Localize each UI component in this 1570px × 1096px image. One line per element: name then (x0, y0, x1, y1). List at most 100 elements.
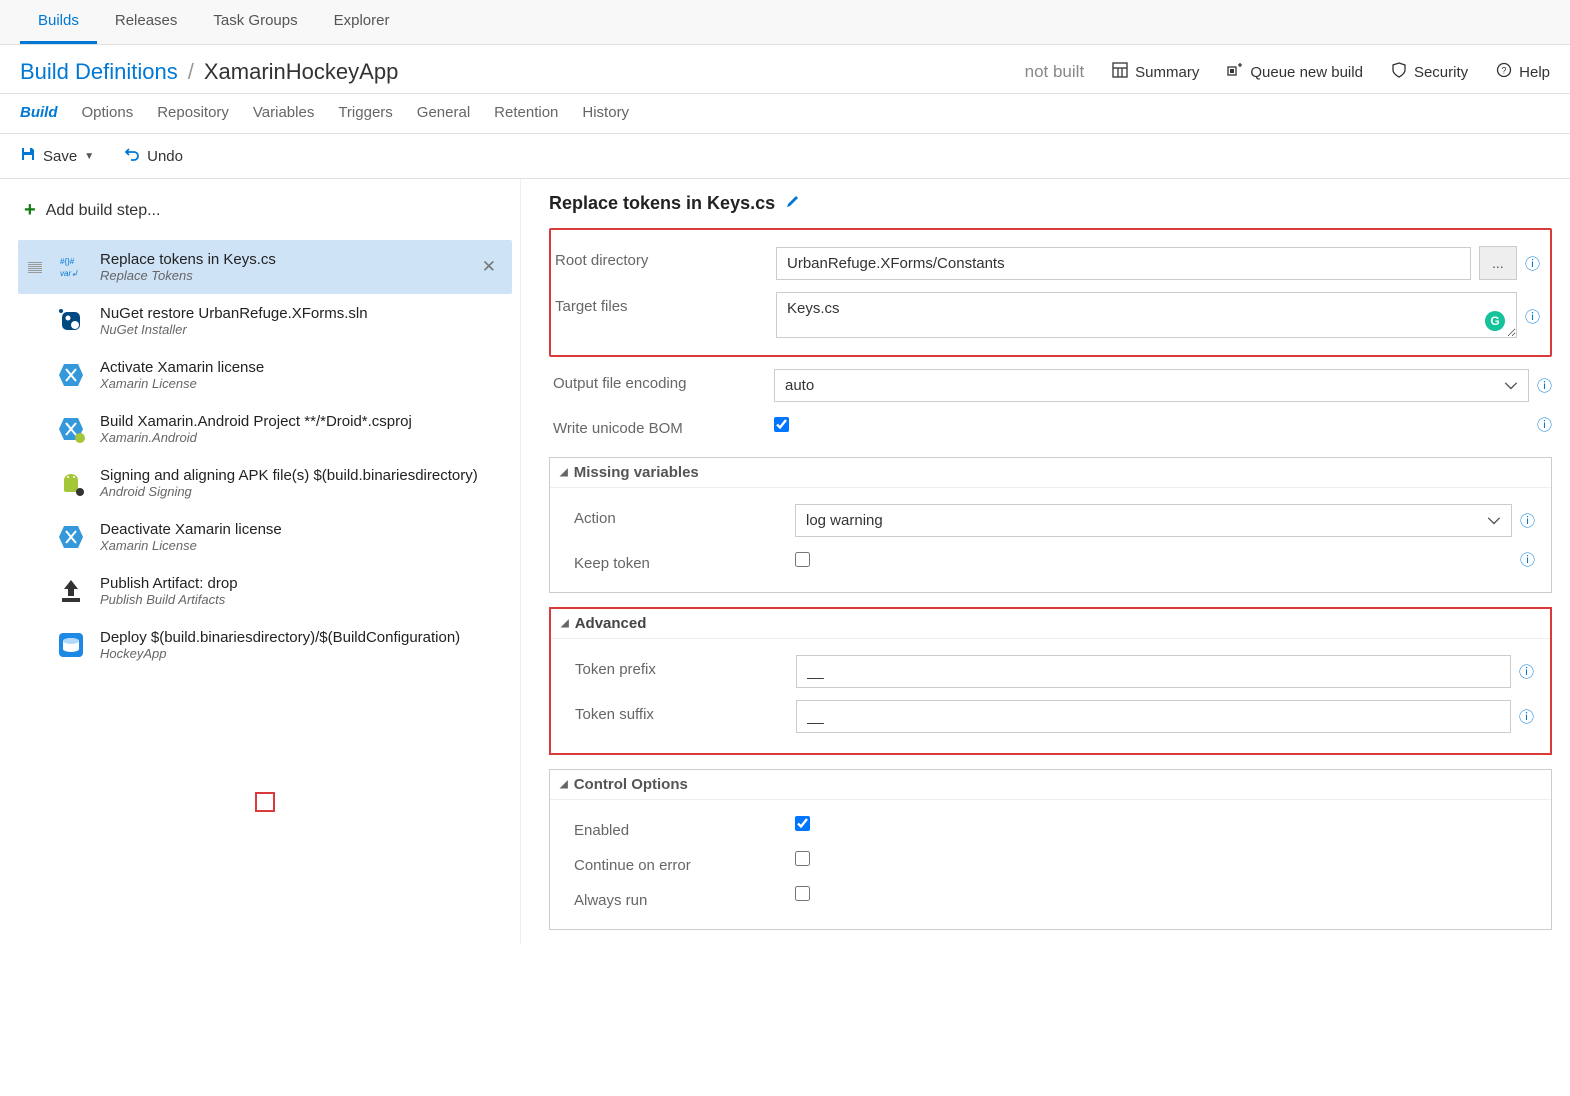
target-files-input[interactable]: Keys.cs (776, 292, 1517, 338)
encoding-label: Output file encoding (549, 369, 774, 392)
section-header[interactable]: ◢ Control Options (550, 770, 1551, 800)
step-subtitle: Xamarin License (100, 376, 502, 391)
summary-button[interactable]: Summary (1112, 62, 1199, 82)
step-icon (54, 304, 88, 338)
svg-text:#{}#: #{}# (60, 257, 75, 266)
chevron-down-icon: ▼ (84, 151, 94, 162)
help-button[interactable]: ? Help (1496, 62, 1550, 82)
section-header[interactable]: ◢ Missing variables (550, 458, 1551, 488)
subtab-build[interactable]: Build (20, 104, 58, 121)
step-icon (54, 628, 88, 662)
info-icon[interactable]: ⓘ (1519, 706, 1534, 727)
always-checkbox[interactable] (795, 886, 810, 901)
svg-text:?: ? (1502, 66, 1507, 76)
info-icon[interactable]: ⓘ (1525, 253, 1540, 274)
tab-releases[interactable]: Releases (97, 0, 196, 44)
step-icon (54, 574, 88, 608)
action-select[interactable]: log warning (795, 504, 1512, 537)
grammarly-icon[interactable]: G (1485, 311, 1505, 331)
collapse-icon: ◢ (560, 779, 568, 790)
tab-explorer[interactable]: Explorer (316, 0, 408, 44)
step-title: Deactivate Xamarin license (100, 521, 502, 538)
info-icon[interactable]: ⓘ (1520, 549, 1535, 570)
step-subtitle: Publish Build Artifacts (100, 592, 502, 607)
edit-icon[interactable] (785, 193, 801, 214)
step-detail-panel: Replace tokens in Keys.cs Root directory… (520, 179, 1570, 944)
queue-build-button[interactable]: Queue new build (1227, 62, 1363, 82)
keep-token-checkbox[interactable] (795, 552, 810, 567)
save-button[interactable]: Save ▼ (20, 146, 94, 166)
step-icon (54, 358, 88, 392)
build-steps-panel: + Add build step... #{}#var↲ Replace toke… (0, 179, 520, 944)
step-title: Signing and aligning APK file(s) $(build… (100, 467, 502, 484)
build-status: not built (1025, 62, 1085, 82)
control-options-section: ◢ Control Options Enabled Continue on er… (549, 769, 1552, 930)
step-subtitle: NuGet Installer (100, 322, 502, 337)
info-icon[interactable]: ⓘ (1537, 375, 1552, 396)
token-suffix-input[interactable] (796, 700, 1511, 733)
subtab-history[interactable]: History (582, 104, 629, 121)
subtab-general[interactable]: General (417, 104, 470, 121)
browse-button[interactable]: ... (1479, 246, 1517, 280)
step-subtitle: Android Signing (100, 484, 502, 499)
step-icon (54, 466, 88, 500)
build-step[interactable]: Deploy $(build.binariesdirectory)/$(Buil… (18, 618, 512, 672)
token-prefix-input[interactable] (796, 655, 1511, 688)
step-subtitle: Replace Tokens (100, 268, 464, 283)
build-step[interactable]: Signing and aligning APK file(s) $(build… (18, 456, 512, 510)
bom-checkbox[interactable] (774, 417, 789, 432)
bom-label: Write unicode BOM (549, 414, 774, 437)
target-files-label: Target files (551, 292, 776, 315)
section-header[interactable]: ◢ Advanced (551, 609, 1550, 639)
build-step[interactable]: Publish Artifact: dropPublish Build Arti… (18, 564, 512, 618)
shield-icon (1391, 62, 1407, 82)
enabled-checkbox[interactable] (795, 816, 810, 831)
step-icon: #{}#var↲ (54, 250, 88, 284)
summary-icon (1112, 62, 1128, 82)
step-title: Replace tokens in Keys.cs (100, 251, 464, 268)
step-title: Publish Artifact: drop (100, 575, 502, 592)
tab-task-groups[interactable]: Task Groups (195, 0, 315, 44)
info-icon[interactable]: ⓘ (1525, 306, 1540, 327)
step-subtitle: Xamarin.Android (100, 430, 502, 445)
subtab-repository[interactable]: Repository (157, 104, 229, 121)
info-icon[interactable]: ⓘ (1520, 510, 1535, 531)
missing-variables-section: ◢ Missing variables Action log warning ⓘ (549, 457, 1552, 593)
close-icon[interactable]: ✕ (476, 257, 502, 277)
undo-button[interactable]: Undo (124, 146, 183, 166)
save-icon (20, 146, 36, 166)
subtab-triggers[interactable]: Triggers (338, 104, 392, 121)
security-button[interactable]: Security (1391, 62, 1468, 82)
encoding-select[interactable]: auto (774, 369, 1529, 402)
annotation-box (255, 792, 275, 812)
breadcrumb-sep: / (188, 59, 194, 85)
root-dir-input[interactable] (776, 247, 1471, 280)
top-actions: not built Summary Queue new build Securi… (1025, 62, 1550, 82)
build-step[interactable]: Activate Xamarin licenseXamarin License (18, 348, 512, 402)
tab-builds[interactable]: Builds (20, 0, 97, 44)
build-step[interactable]: Deactivate Xamarin licenseXamarin Licens… (18, 510, 512, 564)
step-icon (54, 412, 88, 446)
step-title: Build Xamarin.Android Project **/*Droid*… (100, 413, 502, 430)
continue-checkbox[interactable] (795, 851, 810, 866)
build-step[interactable]: Build Xamarin.Android Project **/*Droid*… (18, 402, 512, 456)
add-build-step-button[interactable]: + Add build step... (18, 193, 512, 240)
queue-icon (1227, 62, 1243, 82)
always-label: Always run (570, 886, 795, 909)
build-step[interactable]: #{}#var↲ Replace tokens in Keys.csReplace… (18, 240, 512, 294)
build-step[interactable]: NuGet restore UrbanRefuge.XForms.slnNuGe… (18, 294, 512, 348)
breadcrumb-root[interactable]: Build Definitions (20, 59, 178, 85)
info-icon[interactable]: ⓘ (1519, 661, 1534, 682)
continue-label: Continue on error (570, 851, 795, 874)
subtab-options[interactable]: Options (82, 104, 134, 121)
breadcrumb-current: XamarinHockeyApp (204, 59, 398, 85)
panel-title: Replace tokens in Keys.cs (549, 193, 1552, 214)
info-icon[interactable]: ⓘ (1537, 414, 1552, 435)
drag-handle-icon[interactable] (28, 262, 42, 273)
collapse-icon: ◢ (560, 467, 568, 478)
subtab-variables[interactable]: Variables (253, 104, 314, 121)
breadcrumb: Build Definitions / XamarinHockeyApp (20, 59, 398, 85)
step-title: NuGet restore UrbanRefuge.XForms.sln (100, 305, 502, 322)
subtab-retention[interactable]: Retention (494, 104, 558, 121)
advanced-section: ◢ Advanced Token prefix ⓘ Token suffix ⓘ (549, 607, 1552, 755)
